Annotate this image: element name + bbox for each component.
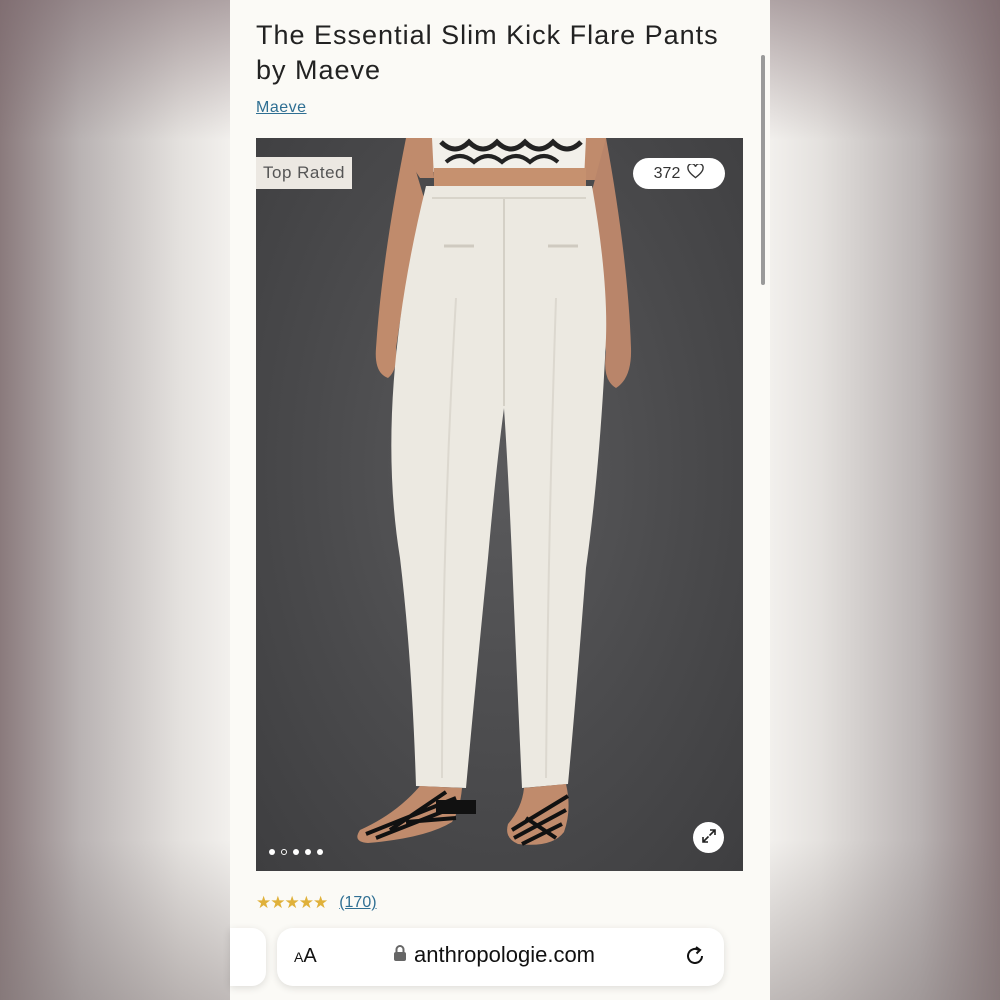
- expand-icon: [701, 828, 717, 848]
- reload-icon[interactable]: [683, 944, 707, 972]
- carousel-dot[interactable]: [269, 849, 275, 855]
- scrollbar[interactable]: [761, 55, 765, 285]
- favorites-count: 372: [653, 164, 681, 182]
- product-page: The Essential Slim Kick Flare Pants by M…: [230, 0, 770, 1000]
- favorite-button[interactable]: 372: [633, 158, 725, 189]
- browser-address-bar[interactable]: AA anthropologie.com: [277, 928, 724, 986]
- brand-link[interactable]: Maeve: [256, 99, 307, 117]
- browser-tabs-edge[interactable]: [230, 928, 266, 986]
- url-text: anthropologie.com: [414, 942, 596, 967]
- reviews-link[interactable]: (170): [339, 894, 376, 912]
- lock-icon: [393, 942, 407, 968]
- url-display[interactable]: anthropologie.com: [393, 942, 595, 968]
- image-carousel-dots[interactable]: [269, 849, 323, 855]
- expand-image-button[interactable]: [693, 822, 724, 853]
- rating-stars: ★★★★★: [256, 893, 328, 913]
- heart-icon: [687, 162, 705, 184]
- product-image[interactable]: Top Rated 372: [256, 138, 743, 871]
- carousel-dot[interactable]: [317, 849, 323, 855]
- carousel-dot[interactable]: [293, 849, 299, 855]
- top-rated-badge: Top Rated: [256, 157, 352, 189]
- carousel-dot-active[interactable]: [281, 849, 287, 855]
- product-title: The Essential Slim Kick Flare Pants by M…: [256, 20, 719, 85]
- carousel-dot[interactable]: [305, 849, 311, 855]
- rating-row: ★★★★★ (170): [256, 893, 377, 913]
- product-photo: [357, 138, 632, 846]
- text-size-button[interactable]: AA: [294, 945, 317, 968]
